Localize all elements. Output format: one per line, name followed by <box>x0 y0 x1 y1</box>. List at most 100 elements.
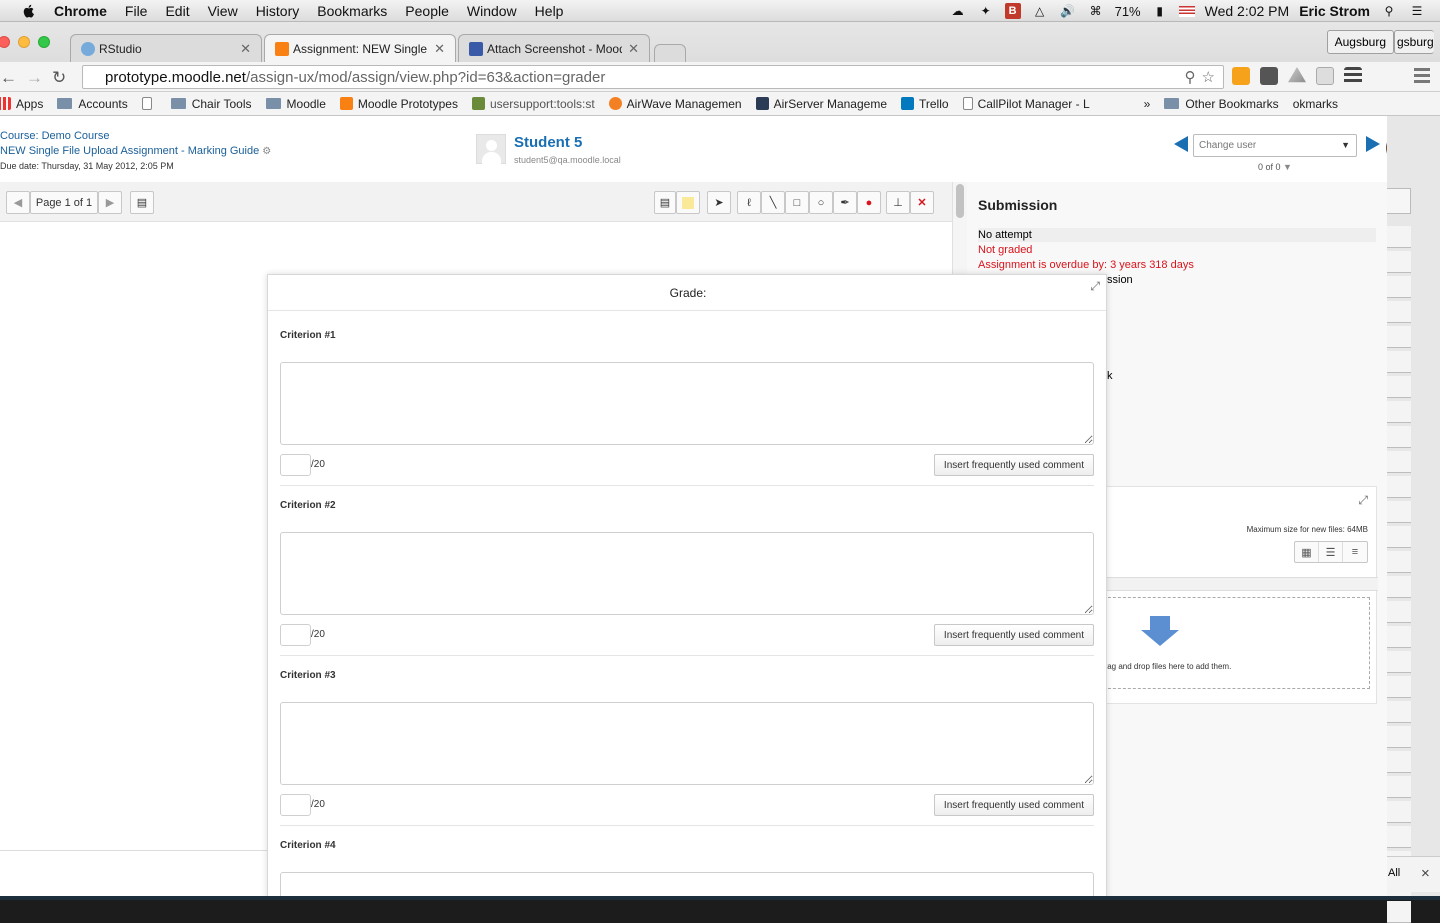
student-name[interactable]: Student 5 <box>514 134 621 151</box>
course-link[interactable]: Course: Demo Course <box>0 129 271 144</box>
google-drive-icon[interactable] <box>1288 67 1306 83</box>
tab-rstudio[interactable]: RStudio ✕ <box>70 34 262 62</box>
notification-center-icon[interactable]: ☰ <box>1408 4 1426 18</box>
bookmark-moodle-prototypes[interactable]: Moodle Prototypes <box>339 97 458 111</box>
menu-history[interactable]: History <box>256 3 300 19</box>
zoom-window-icon[interactable] <box>38 36 50 48</box>
chevron-down-icon: ▼ <box>1341 140 1350 150</box>
close-window-icon[interactable] <box>0 36 10 48</box>
bookmarks-overflow[interactable]: » <box>1144 97 1151 111</box>
insert-comment-button[interactable]: Insert frequently used comment <box>933 454 1094 476</box>
criterion-3-remark[interactable] <box>280 702 1094 785</box>
expand-icon[interactable]: ⤢ <box>1090 279 1100 294</box>
close-tab-icon[interactable]: ✕ <box>240 41 251 57</box>
bookmark-apps[interactable]: Apps <box>0 97 43 111</box>
bookmark-callpilot[interactable]: CallPilot Manager - L <box>962 97 1090 111</box>
bookmark-chair-tools[interactable]: Chair Tools <box>170 97 252 111</box>
filter-icon[interactable]: ▼ <box>1283 162 1292 172</box>
stamp-tool-button[interactable]: ⊥ <box>886 191 910 214</box>
bookmark-page[interactable] <box>141 97 157 110</box>
bookmark-airwave[interactable]: AirWave Managemen <box>608 97 742 111</box>
menu-edit[interactable]: Edit <box>165 3 189 19</box>
criterion-2-score-input[interactable] <box>280 624 311 646</box>
menu-file[interactable]: File <box>125 3 148 19</box>
grid-view-icon[interactable]: ▦ <box>1295 542 1319 562</box>
assignment-link[interactable]: NEW Single File Upload Assignment - Mark… <box>0 144 271 159</box>
criterion-2-remark[interactable] <box>280 532 1094 615</box>
wifi-icon[interactable]: ⌘ <box>1087 4 1105 18</box>
pen-tool-button[interactable]: ℓ <box>737 191 761 214</box>
spotlight-search-icon[interactable]: ⚲ <box>1380 4 1398 18</box>
bookmark-other[interactable]: Other Bookmarks <box>1164 97 1279 111</box>
new-tab-button[interactable] <box>654 44 686 62</box>
gear-icon[interactable]: ⚙ <box>262 146 271 157</box>
flag-icon[interactable] <box>1178 5 1195 17</box>
bookmark-moodle[interactable]: Moodle <box>265 97 326 111</box>
comment-tool-button[interactable]: ▤ <box>654 191 676 214</box>
stamp-picker-button[interactable]: ✕ <box>910 191 934 214</box>
bookmark-usersupport[interactable]: usersupport:tools:st <box>471 97 595 111</box>
close-icon[interactable]: × <box>1421 865 1430 882</box>
b-status-icon[interactable]: B <box>1004 3 1021 19</box>
comment-color-button[interactable] <box>676 191 700 214</box>
address-bar[interactable]: prototype.moodle.net/assign-ux/mod/assig… <box>82 65 1224 89</box>
menu-view[interactable]: View <box>208 3 238 19</box>
battery-icon[interactable]: ▮ <box>1151 4 1169 18</box>
menu-people[interactable]: People <box>405 3 449 19</box>
close-tab-icon[interactable]: ✕ <box>628 41 639 57</box>
bookmark-airserver[interactable]: AirServer Manageme <box>755 97 887 111</box>
annotation-color-button[interactable]: ● <box>857 191 881 214</box>
rectangle-tool-button[interactable]: □ <box>785 191 809 214</box>
close-tab-icon[interactable]: ✕ <box>434 41 445 57</box>
minimize-window-icon[interactable] <box>18 36 30 48</box>
reload-icon[interactable]: ↻ <box>52 68 66 88</box>
change-user-select[interactable]: Change user ▼ <box>1193 134 1357 157</box>
criterion-1-score-input[interactable] <box>280 454 311 476</box>
creative-cloud-icon[interactable]: ☁ <box>949 4 967 18</box>
criterion-3-score-input[interactable] <box>280 794 311 816</box>
clock[interactable]: Wed 2:02 PM <box>1205 3 1290 19</box>
highlight-tool-button[interactable]: ✒ <box>833 191 857 214</box>
menu-bookmarks[interactable]: Bookmarks <box>317 3 387 19</box>
tab-attach-screenshot[interactable]: Attach Screenshot - Mood ✕ <box>458 34 650 62</box>
extension-dark-icon[interactable] <box>1260 67 1278 85</box>
bookmark-trello[interactable]: Trello <box>901 97 949 111</box>
menu-window[interactable]: Window <box>467 3 517 19</box>
extension-orange-icon[interactable] <box>1232 67 1250 85</box>
criterion-1-remark[interactable] <box>280 362 1094 445</box>
back-icon[interactable]: ← <box>0 68 17 88</box>
evernote-icon[interactable]: ✦ <box>977 4 995 18</box>
chrome-menu-icon[interactable] <box>1344 67 1362 85</box>
previous-user-icon[interactable] <box>1174 136 1188 152</box>
tree-view-icon[interactable]: ≡ <box>1343 542 1367 562</box>
extension-grey-icon[interactable] <box>1316 67 1334 85</box>
expand-icon[interactable]: ⤢ <box>1358 493 1368 508</box>
menubar-user[interactable]: Eric Strom <box>1299 3 1370 19</box>
insert-comment-button[interactable]: Insert frequently used comment <box>933 794 1094 816</box>
insert-comment-button[interactable]: Insert frequently used comment <box>933 624 1094 646</box>
volume-icon[interactable]: 🔊 <box>1059 4 1077 18</box>
next-page-button[interactable]: ▶ <box>98 191 122 214</box>
bookmark-accounts[interactable]: Accounts <box>57 97 128 111</box>
airplay-icon[interactable]: △ <box>1031 4 1049 18</box>
bookmark-star-icon[interactable]: ☆ <box>1202 68 1215 86</box>
oval-tool-button[interactable]: ○ <box>809 191 833 214</box>
apple-menu-icon[interactable] <box>20 3 38 19</box>
menu-app-chrome[interactable]: Chrome <box>54 3 107 19</box>
download-arrow-icon <box>1141 616 1179 646</box>
file-drop-zone[interactable]: an drag and drop files here to add them. <box>1088 597 1370 689</box>
battery-percent[interactable]: 71% <box>1115 4 1141 19</box>
page-selector[interactable]: Page 1 of 1 <box>30 191 98 214</box>
line-tool-button[interactable]: ╲ <box>761 191 785 214</box>
previous-page-button[interactable]: ◀ <box>6 191 30 214</box>
zoom-icon[interactable]: ⚲ <box>1185 68 1196 86</box>
profile-button[interactable]: Augsburg <box>1326 30 1394 54</box>
next-user-icon[interactable] <box>1366 136 1380 152</box>
menu-help[interactable]: Help <box>535 3 564 19</box>
search-comments-button[interactable]: ▤ <box>130 191 154 214</box>
forward-icon[interactable]: → <box>26 68 43 88</box>
scrollbar-thumb[interactable] <box>956 184 964 218</box>
select-tool-button[interactable]: ➤ <box>707 191 731 214</box>
tab-assignment[interactable]: Assignment: NEW Single F ✕ <box>264 34 456 62</box>
list-view-icon[interactable]: ☰ <box>1319 542 1343 562</box>
